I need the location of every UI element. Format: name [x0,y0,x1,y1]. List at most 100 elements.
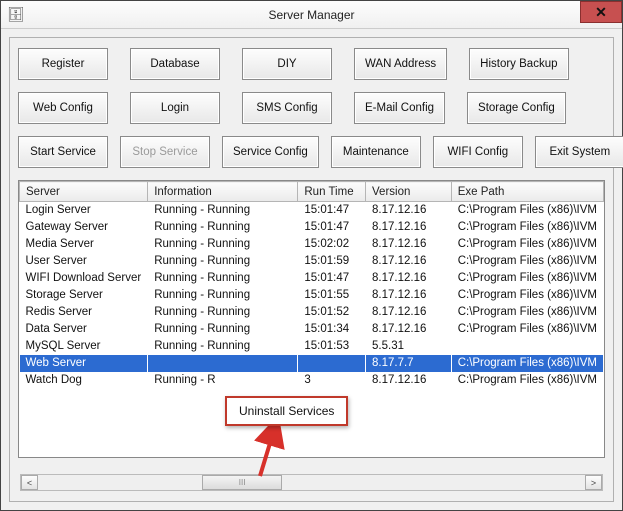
window-title: Server Manager [268,8,354,22]
cell-version: 5.5.31 [366,338,452,355]
cell-exepath: C:\Program Files (x86)\IVM [451,355,603,372]
cell-exepath: C:\Program Files (x86)\IVM [451,253,603,270]
cell-runtime: 15:01:47 [298,202,366,219]
table-row[interactable]: Storage ServerRunning - Running15:01:558… [20,287,604,304]
web-config-button[interactable]: Web Config [18,92,108,124]
cell-exepath: C:\Program Files (x86)\IVM [451,304,603,321]
table-row[interactable]: MySQL ServerRunning - Running15:01:535.5… [20,338,604,355]
maintenance-button[interactable]: Maintenance [331,136,421,168]
cell-version: 8.17.12.16 [366,236,452,253]
cell-exepath [451,338,603,355]
cell-version: 8.17.12.16 [366,321,452,338]
cell-server: Storage Server [20,287,148,304]
col-exepath[interactable]: Exe Path [451,182,603,202]
email-config-button[interactable]: E-Mail Config [354,92,445,124]
table-row[interactable]: Gateway ServerRunning - Running15:01:478… [20,219,604,236]
cell-server: Media Server [20,236,148,253]
table-row[interactable]: WIFI Download ServerRunning - Running15:… [20,270,604,287]
sms-config-button[interactable]: SMS Config [242,92,332,124]
table-row[interactable]: User ServerRunning - Running15:01:598.17… [20,253,604,270]
button-row-3: Start Service Stop Service Service Confi… [18,136,605,168]
cell-version: 8.17.7.7 [366,355,452,372]
cell-runtime: 15:01:47 [298,219,366,236]
cell-server: Web Server [20,355,148,372]
content-frame: Register Database DIY WAN Address Histor… [9,37,614,502]
cell-exepath: C:\Program Files (x86)\IVM [451,202,603,219]
table-row[interactable]: Media ServerRunning - Running15:02:028.1… [20,236,604,253]
cell-server: WIFI Download Server [20,270,148,287]
cell-exepath: C:\Program Files (x86)\IVM [451,236,603,253]
cell-runtime: 15:01:59 [298,253,366,270]
cell-server: MySQL Server [20,338,148,355]
exit-system-button[interactable]: Exit System [535,136,623,168]
table-row[interactable]: Redis ServerRunning - Running15:01:528.1… [20,304,604,321]
cell-server: Data Server [20,321,148,338]
login-button[interactable]: Login [130,92,220,124]
cell-version: 8.17.12.16 [366,202,452,219]
cell-info: Running - Running [148,321,298,338]
cell-exepath: C:\Program Files (x86)\IVM [451,219,603,236]
cell-info: Running - Running [148,270,298,287]
table-header-row[interactable]: Server Information Run Time Version Exe … [20,182,604,202]
cell-info: Running - Running [148,304,298,321]
cell-version: 8.17.12.16 [366,372,452,389]
scroll-left-arrow-icon[interactable]: < [21,475,38,490]
cell-runtime: 3 [298,372,366,389]
start-service-button[interactable]: Start Service [18,136,108,168]
client-area: Register Database DIY WAN Address Histor… [1,29,622,510]
storage-config-button[interactable]: Storage Config [467,92,566,124]
cell-exepath: C:\Program Files (x86)\IVM [451,287,603,304]
uninstall-services-item[interactable]: Uninstall Services [239,404,334,418]
server-table[interactable]: Server Information Run Time Version Exe … [19,181,604,389]
cell-info: Running - Running [148,236,298,253]
cell-info: Running - Running [148,338,298,355]
register-button[interactable]: Register [18,48,108,80]
col-server[interactable]: Server [20,182,148,202]
context-menu[interactable]: Uninstall Services [225,396,348,426]
table-row[interactable]: Watch DogRunning - R38.17.12.16C:\Progra… [20,372,604,389]
cell-version: 8.17.12.16 [366,287,452,304]
service-config-button[interactable]: Service Config [222,136,319,168]
cell-runtime [298,355,366,372]
cell-exepath: C:\Program Files (x86)\IVM [451,372,603,389]
wan-address-button[interactable]: WAN Address [354,48,447,80]
cell-info [148,355,298,372]
history-backup-button[interactable]: History Backup [469,48,568,80]
cell-runtime: 15:01:52 [298,304,366,321]
cell-server: Login Server [20,202,148,219]
cell-runtime: 15:01:53 [298,338,366,355]
table-row[interactable]: Login ServerRunning - Running15:01:478.1… [20,202,604,219]
cell-runtime: 15:01:34 [298,321,366,338]
horizontal-scrollbar[interactable]: < III > [20,474,603,491]
close-icon: ✕ [595,4,607,21]
database-button[interactable]: Database [130,48,220,80]
cell-version: 8.17.12.16 [366,253,452,270]
table-row[interactable]: Web Server 8.17.7.7C:\Program Files (x86)… [20,355,604,372]
col-version[interactable]: Version [366,182,452,202]
cell-version: 8.17.12.16 [366,304,452,321]
scroll-thumb[interactable]: III [202,475,282,490]
close-button[interactable]: ✕ [580,1,622,23]
cell-server: Watch Dog [20,372,148,389]
cell-server: User Server [20,253,148,270]
cell-version: 8.17.12.16 [366,219,452,236]
cell-runtime: 15:01:47 [298,270,366,287]
cell-info: Running - R [148,372,298,389]
cell-exepath: C:\Program Files (x86)\IVM [451,270,603,287]
cell-info: Running - Running [148,253,298,270]
cell-runtime: 15:02:02 [298,236,366,253]
wifi-config-button[interactable]: WIFI Config [433,136,523,168]
diy-button[interactable]: DIY [242,48,332,80]
cell-version: 8.17.12.16 [366,270,452,287]
app-icon: 🗄 [7,6,23,22]
table-row[interactable]: Data ServerRunning - Running15:01:348.17… [20,321,604,338]
button-row-1: Register Database DIY WAN Address Histor… [18,48,605,80]
scroll-right-arrow-icon[interactable]: > [585,475,602,490]
cell-info: Running - Running [148,287,298,304]
titlebar: 🗄 Server Manager ✕ [1,1,622,29]
scroll-track[interactable]: III [38,475,585,490]
col-information[interactable]: Information [148,182,298,202]
cell-info: Running - Running [148,202,298,219]
cell-info: Running - Running [148,219,298,236]
col-runtime[interactable]: Run Time [298,182,366,202]
